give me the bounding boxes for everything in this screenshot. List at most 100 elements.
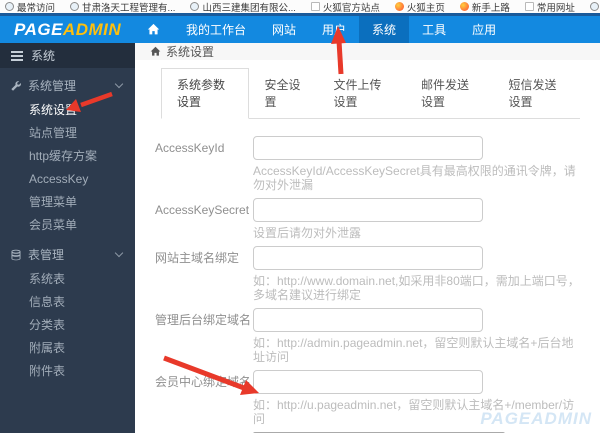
bookmark-label: 山西三建集团有限公...: [202, 2, 296, 14]
system-parameters-form: AccessKeyId AccessKeyId/AccessKeySecret具…: [155, 119, 580, 433]
firefox-icon: [394, 2, 404, 11]
sidebar-item-category-table[interactable]: 分类表: [0, 314, 135, 337]
tab-file-upload[interactable]: 文件上传设置: [318, 68, 406, 119]
database-icon: [11, 249, 21, 260]
sidebar-item-attachment-table[interactable]: 附件表: [0, 360, 135, 383]
sidebar-item-info-table[interactable]: 信息表: [0, 291, 135, 314]
sidebar-item-label: 站点管理: [29, 126, 78, 140]
tab-email-sending[interactable]: 邮件发送设置: [405, 68, 493, 119]
sidebar-item-system-settings[interactable]: 系统设置: [0, 99, 135, 122]
form-row-member-domain: 会员中心绑定域名 如：http://u.pageadmin.net，留空则默认主…: [155, 370, 580, 426]
home-icon: [147, 23, 160, 35]
sidebar-group-system-management[interactable]: 系统管理: [0, 72, 135, 99]
sidebar-title: 系统: [0, 43, 135, 68]
bookmark-item[interactable]: 火狐主页: [394, 0, 445, 14]
home-icon: [150, 46, 161, 56]
field-label: AccessKeySecret: [155, 203, 250, 217]
sidebar-item-label: 会员菜单: [29, 218, 78, 232]
sidebar-item-system-table[interactable]: 系统表: [0, 268, 135, 291]
tab-label: 文件上传设置: [333, 78, 382, 109]
sidebar-item-label: http缓存方案: [29, 149, 98, 163]
hamburger-icon[interactable]: [11, 50, 23, 61]
globe-icon: [70, 2, 80, 11]
sidebar-group-label: 系统管理: [28, 79, 77, 93]
accesskeyid-input[interactable]: [253, 136, 483, 160]
nav-label: 网站: [272, 23, 297, 37]
sidebar-item-label: 分类表: [29, 318, 66, 332]
nav-label: 应用: [472, 23, 497, 37]
bookmark-label: 最常访问: [17, 2, 56, 14]
globe-icon: [589, 2, 599, 11]
globe-icon: [190, 2, 200, 11]
bookmark-item[interactable]: 最常访问: [5, 0, 55, 13]
sidebar-item-label: 系统表: [29, 272, 66, 286]
field-label: AccessKeyId: [155, 141, 225, 155]
field-label: 会员中心绑定域名: [155, 375, 252, 389]
sidebar-item-site-management[interactable]: 站点管理: [0, 122, 135, 145]
chevron-down-icon: [114, 248, 124, 258]
tab-label: 系统参数设置: [177, 78, 226, 109]
chevron-down-icon: [114, 79, 124, 89]
bookmark-item[interactable]: 山西三建集团有限公...: [190, 0, 296, 14]
pageadmin-logo[interactable]: PAGE ADMIN: [0, 16, 122, 43]
sidebar-item-label: AccessKey: [29, 172, 89, 186]
tab-security[interactable]: 安全设置: [249, 68, 318, 119]
tab-sms-sending[interactable]: 短信发送设置: [493, 68, 581, 119]
tab-system-parameters[interactable]: 系统参数设置: [161, 68, 249, 119]
sidebar: 系统 系统管理 系统设置 站点管理 http缓存方案 AccessKey 管理菜…: [0, 43, 135, 433]
form-row-admin-domain: 管理后台绑定域名 如：http://admin.pageadmin.net，留空…: [155, 308, 580, 364]
field-label: 管理后台绑定域名: [155, 313, 252, 327]
main-content: 系统设置 系统参数设置 安全设置 文件上传设置 邮件发送设置 短信发送设置 Ac…: [135, 43, 600, 433]
bookmark-label: 常用网址: [536, 2, 575, 14]
settings-tabs: 系统参数设置 安全设置 文件上传设置 邮件发送设置 短信发送设置: [161, 68, 580, 119]
sidebar-item-http-cache[interactable]: http缓存方案: [0, 145, 135, 168]
bookmark-item[interactable]: 京东商城: [589, 0, 600, 13]
bookmark-item[interactable]: 新手上路: [459, 0, 510, 14]
bookmark-label: 新手上路: [471, 2, 510, 14]
main-domain-input[interactable]: [253, 246, 483, 270]
nav-item-tools[interactable]: 工具: [409, 16, 459, 43]
logo-part-admin: ADMIN: [62, 19, 122, 39]
pageadmin-system-settings-page: 最常访问 甘肃洛天工程管理有... 山西三建集团有限公... 火狐官方站点 火狐…: [0, 0, 600, 433]
bookmark-label: 火狐主页: [406, 2, 445, 14]
nav-label: 我的工作台: [186, 23, 247, 37]
field-hint: 如：http://www.domain.net,如采用非80端口，需加上端口号，…: [253, 274, 580, 302]
field-hint: 如：http://admin.pageadmin.net，留空则默认主域名+后台…: [253, 336, 574, 364]
sidebar-group-table-management[interactable]: 表管理: [0, 241, 135, 268]
sidebar-title-label: 系统: [31, 49, 56, 63]
bookmark-item[interactable]: 常用网址: [524, 0, 575, 14]
sidebar-item-label: 附件表: [29, 364, 66, 378]
sidebar-item-label: 管理菜单: [29, 195, 78, 209]
nav-item-apps[interactable]: 应用: [459, 16, 509, 43]
accesskeysecret-input[interactable]: [253, 198, 483, 222]
admin-domain-input[interactable]: [253, 308, 483, 332]
sidebar-item-member-menu[interactable]: 会员菜单: [0, 214, 135, 237]
member-domain-input[interactable]: [253, 370, 483, 394]
sidebar-item-subsidiary-table[interactable]: 附属表: [0, 337, 135, 360]
form-row-accesskeysecret: AccessKeySecret 设置后请勿对外泄露: [155, 198, 580, 240]
logo-part-page: PAGE: [14, 19, 63, 39]
field-label: 网站主域名绑定: [155, 251, 240, 265]
browser-bookmarks-bar: 最常访问 甘肃洛天工程管理有... 山西三建集团有限公... 火狐官方站点 火狐…: [0, 0, 600, 13]
nav-label: 用户: [322, 23, 347, 37]
nav-label: 工具: [422, 23, 447, 37]
bookmark-item[interactable]: 甘肃洛天工程管理有...: [70, 0, 175, 13]
bookmark-item[interactable]: 火狐官方站点: [310, 0, 380, 14]
nav-item-workbench[interactable]: 我的工作台: [173, 16, 259, 43]
tab-label: 安全设置: [264, 78, 301, 109]
nav-item-users[interactable]: 用户: [309, 16, 359, 43]
sidebar-item-admin-menu[interactable]: 管理菜单: [0, 191, 135, 214]
field-hint: 设置后请勿对外泄露: [253, 226, 362, 240]
firefox-icon: [459, 2, 469, 11]
bookmark-label: 火狐官方站点: [322, 2, 380, 14]
page-icon: [310, 2, 320, 11]
sidebar-group-label: 表管理: [28, 248, 65, 262]
nav-home-button[interactable]: [134, 16, 173, 43]
nav-item-system[interactable]: 系统: [359, 16, 410, 43]
sidebar-item-accesskey[interactable]: AccessKey: [0, 168, 135, 191]
top-nav: 我的工作台 网站 用户 系统 工具 应用: [134, 16, 509, 43]
settings-panel: 系统参数设置 安全设置 文件上传设置 邮件发送设置 短信发送设置 AccessK…: [135, 60, 600, 433]
tab-label: 短信发送设置: [508, 78, 557, 109]
nav-item-website[interactable]: 网站: [259, 16, 309, 43]
breadcrumb: 系统设置: [135, 43, 600, 60]
